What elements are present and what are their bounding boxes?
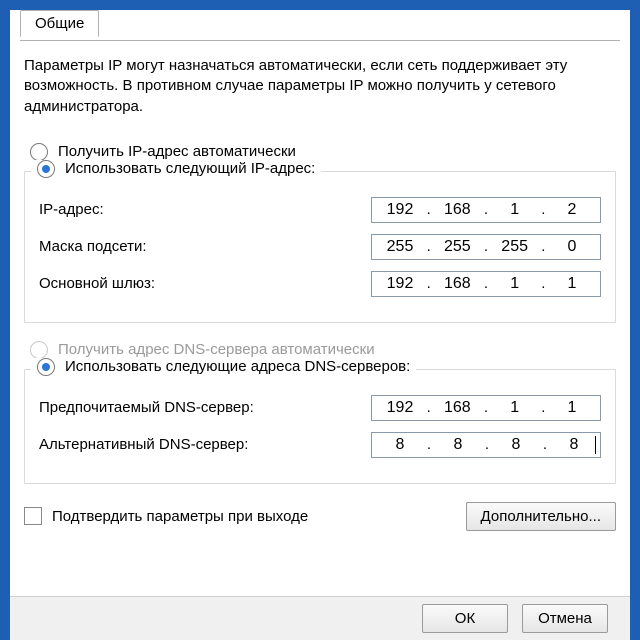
adns-octet-2[interactable] <box>434 435 482 455</box>
ip-octet-3[interactable] <box>491 200 539 220</box>
radio-ip-auto-label: Получить IP-адрес автоматически <box>58 143 296 160</box>
radio-dns-auto: Получить адрес DNS-сервера автоматически <box>30 341 616 359</box>
radio-dns-auto-label: Получить адрес DNS-сервера автоматически <box>58 341 375 358</box>
group-ip-manual: Использовать следующий IP-адрес: IP-адре… <box>24 171 616 323</box>
label-gateway: Основной шлюз: <box>39 275 371 292</box>
description-text: Параметры IP могут назначаться автоматич… <box>24 56 616 117</box>
label-subnet-mask: Маска подсети: <box>39 238 371 255</box>
dialog-footer: ОК Отмена <box>10 596 630 640</box>
tab-strip <box>20 40 620 41</box>
advanced-button[interactable]: Дополнительно... <box>466 502 616 531</box>
label-preferred-dns: Предпочитаемый DNS-сервер: <box>39 399 371 416</box>
input-subnet-mask[interactable]: . . . <box>371 234 601 260</box>
input-gateway[interactable]: . . . <box>371 271 601 297</box>
tab-general[interactable]: Общие <box>20 10 99 37</box>
ok-button[interactable]: ОК <box>422 604 508 633</box>
input-alternate-dns[interactable]: . . . <box>371 432 601 458</box>
mask-octet-2[interactable] <box>433 237 481 257</box>
radio-ip-manual-label: Использовать следующий IP-адрес: <box>65 160 315 177</box>
radio-dns-manual-label: Использовать следующие адреса DNS-сервер… <box>65 358 410 375</box>
radio-icon <box>37 358 55 376</box>
ip-octet-2[interactable] <box>433 200 481 220</box>
ip-octet-4[interactable] <box>548 200 596 220</box>
mask-octet-1[interactable] <box>376 237 424 257</box>
pdns-octet-2[interactable] <box>433 398 481 418</box>
gw-octet-1[interactable] <box>376 274 424 294</box>
radio-icon <box>37 160 55 178</box>
gw-octet-3[interactable] <box>491 274 539 294</box>
adns-octet-3[interactable] <box>492 435 540 455</box>
pdns-octet-3[interactable] <box>491 398 539 418</box>
text-caret <box>595 436 596 454</box>
mask-octet-3[interactable] <box>491 237 539 257</box>
input-ip-address[interactable]: . . . <box>371 197 601 223</box>
radio-icon <box>30 341 48 359</box>
group-dns-manual: Использовать следующие адреса DNS-сервер… <box>24 369 616 484</box>
cancel-button[interactable]: Отмена <box>522 604 608 633</box>
tab-general-label: Общие <box>35 15 84 32</box>
radio-ip-manual[interactable]: Использовать следующий IP-адрес: <box>31 160 321 178</box>
label-ip-address: IP-адрес: <box>39 201 371 218</box>
radio-dns-manual[interactable]: Использовать следующие адреса DNS-сервер… <box>31 358 416 376</box>
adns-octet-4[interactable] <box>550 435 598 455</box>
pdns-octet-4[interactable] <box>548 398 596 418</box>
checkbox-validate-on-exit[interactable]: Подтвердить параметры при выходе <box>24 507 308 525</box>
radio-icon <box>30 143 48 161</box>
pdns-octet-1[interactable] <box>376 398 424 418</box>
adns-octet-1[interactable] <box>376 435 424 455</box>
checkbox-icon <box>24 507 42 525</box>
gw-octet-4[interactable] <box>548 274 596 294</box>
mask-octet-4[interactable] <box>548 237 596 257</box>
radio-ip-auto[interactable]: Получить IP-адрес автоматически <box>30 143 616 161</box>
label-alternate-dns: Альтернативный DNS-сервер: <box>39 436 371 453</box>
gw-octet-2[interactable] <box>433 274 481 294</box>
input-preferred-dns[interactable]: . . . <box>371 395 601 421</box>
ip-octet-1[interactable] <box>376 200 424 220</box>
checkbox-validate-label: Подтвердить параметры при выходе <box>52 508 308 525</box>
